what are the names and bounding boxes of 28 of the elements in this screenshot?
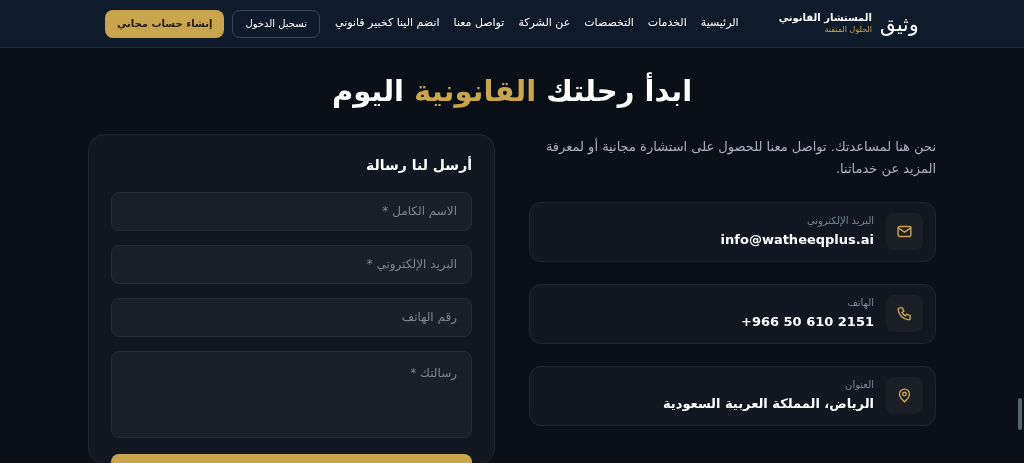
message-field[interactable]: رسالتك * <box>111 350 472 438</box>
contact-label: العنوان <box>844 378 874 393</box>
signup-button[interactable]: إنشاء حساب مجاني <box>105 9 225 38</box>
map-pin-icon <box>896 387 913 404</box>
envelope-icon <box>896 223 913 240</box>
nav-link[interactable]: الخدمات <box>647 15 687 32</box>
contact-value: +966 50 610 2151 <box>741 313 874 332</box>
nav-link[interactable]: انضم الينا كخبير قانوني <box>335 15 440 32</box>
nav-link[interactable]: الرئيسية <box>700 15 739 32</box>
intro-text: نحن هنا لمساعدتك. تواصل معنا للحصول على استشارة مجانية أو لمعرفة المزيد عن خدماتنا. <box>544 137 936 179</box>
nav-link[interactable]: التخصصات <box>584 15 634 32</box>
input-field[interactable]: رقم الهاتف <box>111 297 472 337</box>
contact-value: الرياض، المملكة العربية السعودية <box>662 395 874 414</box>
contact-label: البريد الإلكتروني <box>805 214 874 229</box>
contact-label: الهاتف <box>846 296 874 311</box>
scrollbar-thumb[interactable] <box>1018 398 1022 430</box>
contact-value: info@watheeqplus.ai <box>720 231 874 250</box>
input-field[interactable]: الاسم الكامل * <box>111 191 472 231</box>
page-heading: ابدأ رحلتك القانونية اليوم <box>330 71 694 110</box>
logo-mark: وثيق <box>880 10 919 38</box>
nav-link[interactable]: تواصل معنا <box>453 15 505 32</box>
form-title: أرسل لنا رسالة <box>365 155 472 175</box>
brand-title: المستشار القانوني <box>778 12 872 25</box>
input-field[interactable]: البريد الإلكتروني * <box>111 244 472 284</box>
login-button[interactable]: تسجيل الدخول <box>232 9 321 38</box>
phone-icon <box>896 305 913 322</box>
brand-subtitle: الحلول المتقنة <box>823 24 872 35</box>
nav-link[interactable]: عن الشركة <box>518 15 571 32</box>
